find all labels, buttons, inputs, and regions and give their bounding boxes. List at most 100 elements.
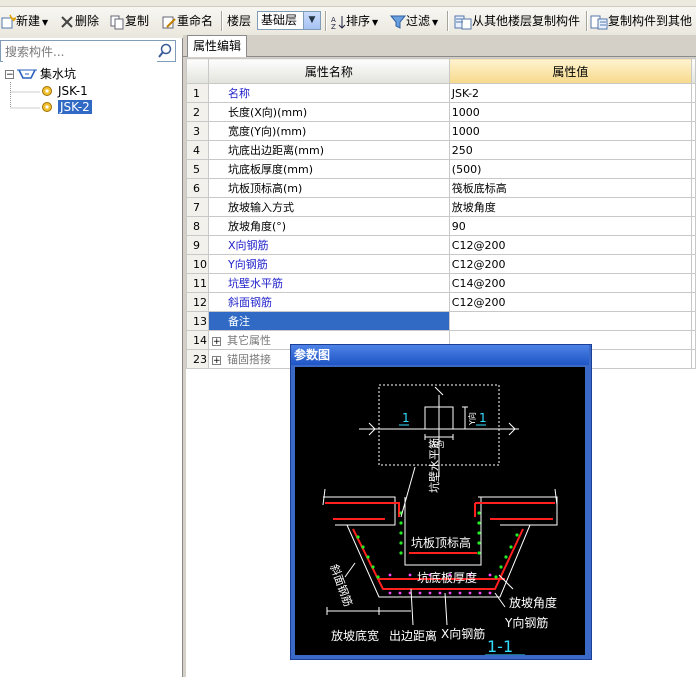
param-diagram-title[interactable]: 参数图 bbox=[291, 345, 589, 365]
table-row[interactable]: 1 名称 JSK-2 bbox=[186, 83, 696, 103]
property-value-cell[interactable]: 90 bbox=[448, 216, 693, 236]
tree-root-label[interactable]: 集水坑 bbox=[40, 66, 76, 82]
delete-icon bbox=[61, 15, 73, 28]
row-extra-cell bbox=[691, 121, 696, 141]
y-rebar-label: Y向钢筋 bbox=[504, 615, 548, 630]
row-number: 23 bbox=[186, 349, 209, 369]
expand-icon[interactable]: + bbox=[211, 336, 221, 346]
tree-item-jsk-1[interactable]: JSK-1 bbox=[58, 83, 88, 99]
delete-button[interactable]: 删除 bbox=[59, 10, 99, 32]
property-value-cell[interactable]: C12@200 bbox=[448, 254, 693, 274]
table-row[interactable]: 13 备注 bbox=[186, 311, 696, 331]
sort-button[interactable]: A Z 排序 ▼ bbox=[330, 10, 378, 32]
gear-icon bbox=[42, 86, 52, 96]
wall-rebar-label: 坑壁水平筋 bbox=[427, 438, 441, 493]
row-extra-cell bbox=[691, 235, 696, 255]
property-name-text: 坑底出边距离(mm) bbox=[227, 144, 324, 157]
copy-to-floor-button[interactable]: 复制构件到其他 bbox=[590, 10, 692, 32]
property-value-cell[interactable]: JSK-2 bbox=[448, 83, 693, 103]
property-name-cell[interactable]: 长度(X向)(mm) bbox=[207, 102, 450, 122]
table-row[interactable]: 11 坑壁水平筋 C14@200 bbox=[186, 273, 696, 293]
property-name-cell[interactable]: 备注 bbox=[207, 311, 450, 331]
filter-icon bbox=[390, 15, 406, 29]
property-name-cell[interactable]: 名称 bbox=[207, 83, 450, 103]
row-number: 12 bbox=[186, 292, 209, 312]
table-row[interactable]: 2 长度(X向)(mm) 1000 bbox=[186, 102, 696, 122]
table-row[interactable]: 3 宽度(Y向)(mm) 1000 bbox=[186, 121, 696, 141]
sort-icon: AZ bbox=[331, 15, 346, 30]
copy-from-floor-button[interactable]: 从其他楼层复制构件 bbox=[454, 10, 580, 32]
property-value-cell[interactable]: 放坡角度 bbox=[448, 197, 693, 217]
table-row[interactable]: 4 坑底出边距离(mm) 250 bbox=[186, 140, 696, 160]
property-value-cell[interactable]: 250 bbox=[448, 140, 693, 160]
property-value-cell[interactable]: 1000 bbox=[448, 121, 693, 141]
header-property-name[interactable]: 属性名称 bbox=[207, 58, 450, 84]
component-tree-panel: − 集水坑 JSK-1 JSK-2 bbox=[0, 38, 183, 677]
property-value-cell[interactable]: 筏板底标高 bbox=[448, 178, 693, 198]
slope-angle-label: 放坡角度 bbox=[509, 595, 557, 610]
row-extra-cell bbox=[691, 102, 696, 122]
property-name-cell[interactable]: X向钢筋 bbox=[207, 235, 450, 255]
property-name-cell[interactable]: Y向钢筋 bbox=[207, 254, 450, 274]
property-value-cell[interactable]: C12@200 bbox=[448, 235, 693, 255]
property-name-cell[interactable]: 坑板顶标高(m) bbox=[207, 178, 450, 198]
tree-lines bbox=[10, 82, 40, 109]
floor-select-value: 基础层 bbox=[261, 13, 298, 27]
table-row[interactable]: 6 坑板顶标高(m) 筏板底标高 bbox=[186, 178, 696, 198]
floor-select[interactable]: 基础层 ▼ bbox=[257, 11, 321, 30]
chevron-down-icon[interactable]: ▼ bbox=[303, 12, 320, 29]
property-value-cell[interactable]: (500) bbox=[448, 159, 693, 179]
x-rebar-label: X向钢筋 bbox=[441, 626, 485, 641]
property-value-cell[interactable] bbox=[448, 311, 693, 331]
header-property-value[interactable]: 属性值 bbox=[448, 58, 693, 84]
property-name-cell[interactable]: 斜面钢筋 bbox=[207, 292, 450, 312]
row-extra-cell bbox=[691, 178, 696, 198]
row-number: 7 bbox=[186, 197, 209, 217]
property-name-text: 长度(X向)(mm) bbox=[227, 106, 308, 119]
property-name-cell[interactable]: 放坡角度(°) bbox=[207, 216, 450, 236]
copy-button[interactable]: 复制 bbox=[109, 10, 149, 32]
new-label: 新建 bbox=[16, 14, 41, 28]
filter-dropdown-icon: ▼ bbox=[432, 18, 439, 27]
property-name-text: 放坡输入方式 bbox=[227, 201, 294, 214]
property-name-text: 备注 bbox=[227, 315, 250, 328]
property-name-cell[interactable]: 放坡输入方式 bbox=[207, 197, 450, 217]
rename-button[interactable]: 重命名 bbox=[161, 10, 213, 32]
table-row[interactable]: 9 X向钢筋 C12@200 bbox=[186, 235, 696, 255]
copy-icon bbox=[110, 15, 124, 29]
property-name-text: 其它属性 bbox=[226, 334, 271, 347]
table-row[interactable]: 10 Y向钢筋 C12@200 bbox=[186, 254, 696, 274]
search-icon[interactable] bbox=[157, 43, 173, 59]
row-number: 9 bbox=[186, 235, 209, 255]
rename-label: 重命名 bbox=[177, 14, 214, 28]
property-value-cell[interactable]: C14@200 bbox=[448, 273, 693, 293]
table-row[interactable]: 8 放坡角度(°) 90 bbox=[186, 216, 696, 236]
search-input[interactable] bbox=[3, 42, 157, 62]
row-number: 4 bbox=[186, 140, 209, 160]
property-value-cell[interactable]: 1000 bbox=[448, 102, 693, 122]
table-row[interactable]: 7 放坡输入方式 放坡角度 bbox=[186, 197, 696, 217]
new-button[interactable]: 新建 ▼ bbox=[0, 10, 48, 32]
property-name-cell[interactable]: 宽度(Y向)(mm) bbox=[207, 121, 450, 141]
expand-icon[interactable]: + bbox=[211, 355, 221, 365]
row-extra-cell bbox=[691, 273, 696, 293]
gear-icon bbox=[42, 102, 52, 112]
filter-button[interactable]: 过滤 ▼ bbox=[390, 10, 438, 32]
property-name-cell[interactable]: 坑底板厚度(mm) bbox=[207, 159, 450, 179]
row-extra-cell bbox=[691, 83, 696, 103]
tab-property-edit[interactable]: 属性编辑 bbox=[187, 35, 247, 57]
tree-collapse-icon[interactable]: − bbox=[5, 70, 14, 80]
table-row[interactable]: 5 坑底板厚度(mm) (500) bbox=[186, 159, 696, 179]
row-number: 8 bbox=[186, 216, 209, 236]
tree-item-jsk-2[interactable]: JSK-2 bbox=[58, 100, 92, 114]
row-number: 3 bbox=[186, 121, 209, 141]
property-name-cell[interactable]: 坑壁水平筋 bbox=[207, 273, 450, 293]
top-elevation-label: 坑板顶标高 bbox=[411, 535, 471, 550]
property-name-cell[interactable]: 坑底出边距离(mm) bbox=[207, 140, 450, 160]
property-name-text: Y向钢筋 bbox=[227, 258, 268, 271]
row-extra-cell bbox=[691, 311, 696, 331]
toolbar-separator bbox=[325, 11, 327, 31]
property-value-cell[interactable]: C12@200 bbox=[448, 292, 693, 312]
table-row[interactable]: 12 斜面钢筋 C12@200 bbox=[186, 292, 696, 312]
property-name-text: X向钢筋 bbox=[227, 239, 269, 252]
